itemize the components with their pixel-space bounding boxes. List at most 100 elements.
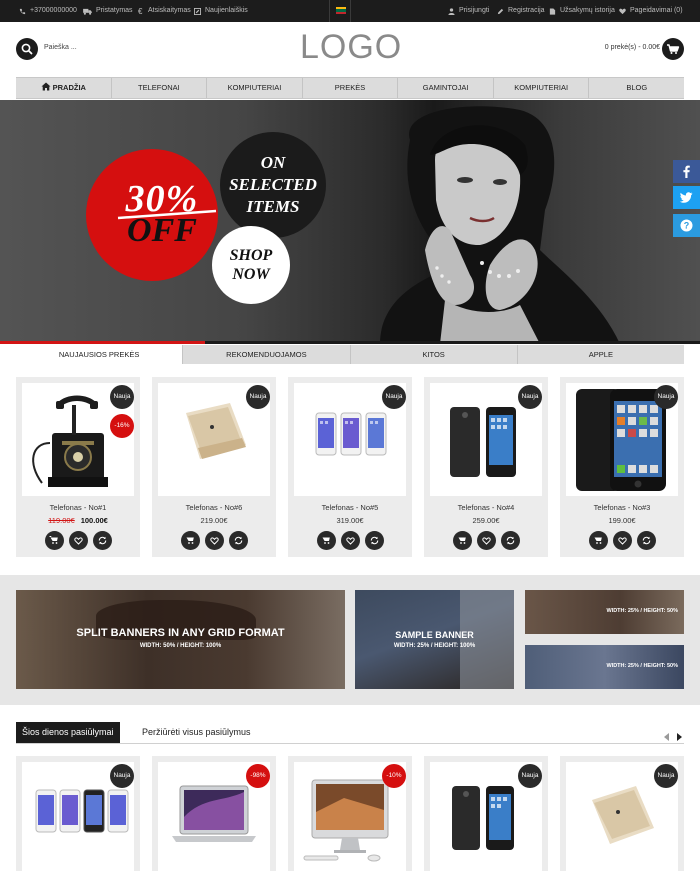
- compare-button[interactable]: [500, 531, 520, 550]
- newsletter-text: Naujienlaiškis: [205, 7, 248, 14]
- small-banner-bottom[interactable]: WIDTH: 25% / HEIGHT: 50%: [525, 645, 684, 689]
- cart-summary[interactable]: 0 prekė(s) - 0.00€: [605, 44, 660, 51]
- deal-card[interactable]: Nauja: [560, 756, 684, 871]
- nav-item-computers-2[interactable]: KOMPIUTERIAI: [494, 78, 590, 98]
- product-actions: [152, 531, 276, 550]
- tab-apple[interactable]: APPLE: [518, 345, 684, 364]
- add-to-cart-button[interactable]: [180, 531, 200, 550]
- add-to-wishlist-button[interactable]: [68, 531, 88, 550]
- nav-item-manufacturers[interactable]: GAMINTOJAI: [398, 78, 494, 98]
- heart-icon: [345, 537, 355, 545]
- home-icon: [41, 82, 51, 91]
- register-link[interactable]: Registracija: [497, 0, 545, 22]
- product-name[interactable]: Telefonas - No#6: [152, 503, 276, 512]
- product-card[interactable]: Nauja Telefonas - No#6 219.00€: [152, 377, 276, 557]
- current-price: 259.00€: [472, 516, 500, 525]
- add-to-wishlist-button[interactable]: [340, 531, 360, 550]
- deal-card[interactable]: Nauja: [16, 756, 140, 871]
- help-button[interactable]: ?: [673, 214, 700, 237]
- product-name[interactable]: Telefonas - No#5: [288, 503, 412, 512]
- twitter-button[interactable]: [673, 186, 700, 209]
- compare-button[interactable]: [364, 531, 384, 550]
- cart-button[interactable]: [662, 38, 684, 60]
- register-text: Registracija: [508, 7, 545, 14]
- nav-item-home[interactable]: PRADŽIA: [16, 78, 112, 98]
- product-actions: [16, 531, 140, 550]
- orders-link[interactable]: Užsakymų istorija: [549, 0, 615, 22]
- new-badge: Nauja: [110, 764, 134, 788]
- product-name[interactable]: Telefonas - No#4: [424, 503, 548, 512]
- product-name[interactable]: Telefonas - No#3: [560, 503, 684, 512]
- add-to-wishlist-button[interactable]: [204, 531, 224, 550]
- add-to-cart-button[interactable]: [44, 531, 64, 550]
- product-card[interactable]: Nauja Telefonas - No#5 319.00€: [288, 377, 412, 557]
- sample-banner[interactable]: SAMPLE BANNER WIDTH: 25% / HEIGHT: 100%: [355, 590, 514, 689]
- add-to-wishlist-button[interactable]: [476, 531, 496, 550]
- deal-card[interactable]: -98%: [152, 756, 276, 871]
- current-price: 319.00€: [336, 516, 364, 525]
- user-icon: [448, 7, 455, 15]
- prev-arrow-icon: [664, 733, 669, 741]
- tab-other[interactable]: KITOS: [351, 345, 518, 364]
- nav-label: PRADŽIA: [52, 83, 86, 92]
- nav-item-products[interactable]: PREKĖS: [303, 78, 399, 98]
- orders-icon: [549, 7, 556, 15]
- product-name[interactable]: Telefonas - No#1: [16, 503, 140, 512]
- slider-progress-bar: [0, 341, 205, 344]
- nav-item-computers[interactable]: KOMPIUTERIAI: [207, 78, 303, 98]
- add-to-cart-button[interactable]: [588, 531, 608, 550]
- new-badge: Nauja: [518, 764, 542, 788]
- shipping-link[interactable]: Pristatymas: [83, 0, 133, 22]
- carousel-arrows: [663, 729, 683, 741]
- add-to-cart-button[interactable]: [316, 531, 336, 550]
- deal-card[interactable]: -10%: [288, 756, 412, 871]
- heart-icon: [619, 8, 626, 14]
- add-to-cart-button[interactable]: [452, 531, 472, 550]
- small-banner-top[interactable]: WIDTH: 25% / HEIGHT: 50%: [525, 590, 684, 634]
- help-icon: ?: [680, 219, 693, 232]
- tab-newest[interactable]: NAUJAUSIOS PREKĖS: [16, 345, 184, 364]
- facebook-button[interactable]: [673, 160, 700, 183]
- language-selector[interactable]: [329, 0, 351, 22]
- split-banner[interactable]: SPLIT BANNERS IN ANY GRID FORMAT WIDTH: …: [16, 590, 345, 689]
- newsletter-link[interactable]: Naujienlaiškis: [194, 0, 248, 22]
- add-to-wishlist-button[interactable]: [612, 531, 632, 550]
- compare-button[interactable]: [92, 531, 112, 550]
- view-all-deals-link[interactable]: Peržiūrėti visus pasiūlymus: [142, 722, 251, 743]
- shop-now-button[interactable]: SHOP NOW: [220, 246, 282, 284]
- hero-slider[interactable]: 30% OFF ON SELECTED ITEMS SHOP NOW: [0, 100, 700, 344]
- cart-icon: [458, 537, 466, 544]
- refresh-icon: [370, 536, 378, 545]
- new-badge: Nauja: [246, 385, 270, 409]
- compare-button[interactable]: [636, 531, 656, 550]
- product-card[interactable]: Nauja -16% Telefonas - No#1 119.00€ 100.0…: [16, 377, 140, 557]
- phone-text: +37000000000: [30, 7, 77, 14]
- product-card[interactable]: Nauja Telefonas - No#3 199.00€: [560, 377, 684, 557]
- new-badge: Nauja: [518, 385, 542, 409]
- current-price: 219.00€: [200, 516, 228, 525]
- site-logo[interactable]: LOGO: [300, 27, 401, 67]
- top-bar: +37000000000 Pristatymas € Atsiskaitymas…: [0, 0, 700, 22]
- product-card[interactable]: Nauja Telefonas - No#4 259.00€: [424, 377, 548, 557]
- sample-banner-subtitle: WIDTH: 25% / HEIGHT: 100%: [393, 643, 476, 649]
- tab-recommended[interactable]: REKOMENDUOJAMOS: [183, 345, 351, 364]
- deals-heading: Šios dienos pasiūlymai: [16, 722, 120, 743]
- refresh-icon: [234, 536, 242, 545]
- nav-item-blog[interactable]: BLOG: [589, 78, 684, 98]
- payment-link[interactable]: € Atsiskaitymas: [138, 0, 191, 22]
- newsletter-icon: [194, 7, 201, 15]
- nav-item-phones[interactable]: TELEFONAI: [112, 78, 208, 98]
- heart-icon: [73, 537, 83, 545]
- phone-link[interactable]: +37000000000: [19, 0, 77, 22]
- product-actions: [424, 531, 548, 550]
- deal-card[interactable]: Nauja: [424, 756, 548, 871]
- compare-button[interactable]: [228, 531, 248, 550]
- search-input[interactable]: Paieška ...: [44, 44, 77, 51]
- search-button[interactable]: [16, 38, 38, 60]
- login-link[interactable]: Prisijungti: [448, 0, 489, 22]
- heart-icon: [481, 537, 491, 545]
- wishlist-link[interactable]: Pageidavimai (0): [619, 0, 683, 22]
- lithuania-flag-icon: [336, 7, 346, 14]
- product-price: 319.00€: [288, 516, 412, 525]
- register-icon: [497, 8, 504, 14]
